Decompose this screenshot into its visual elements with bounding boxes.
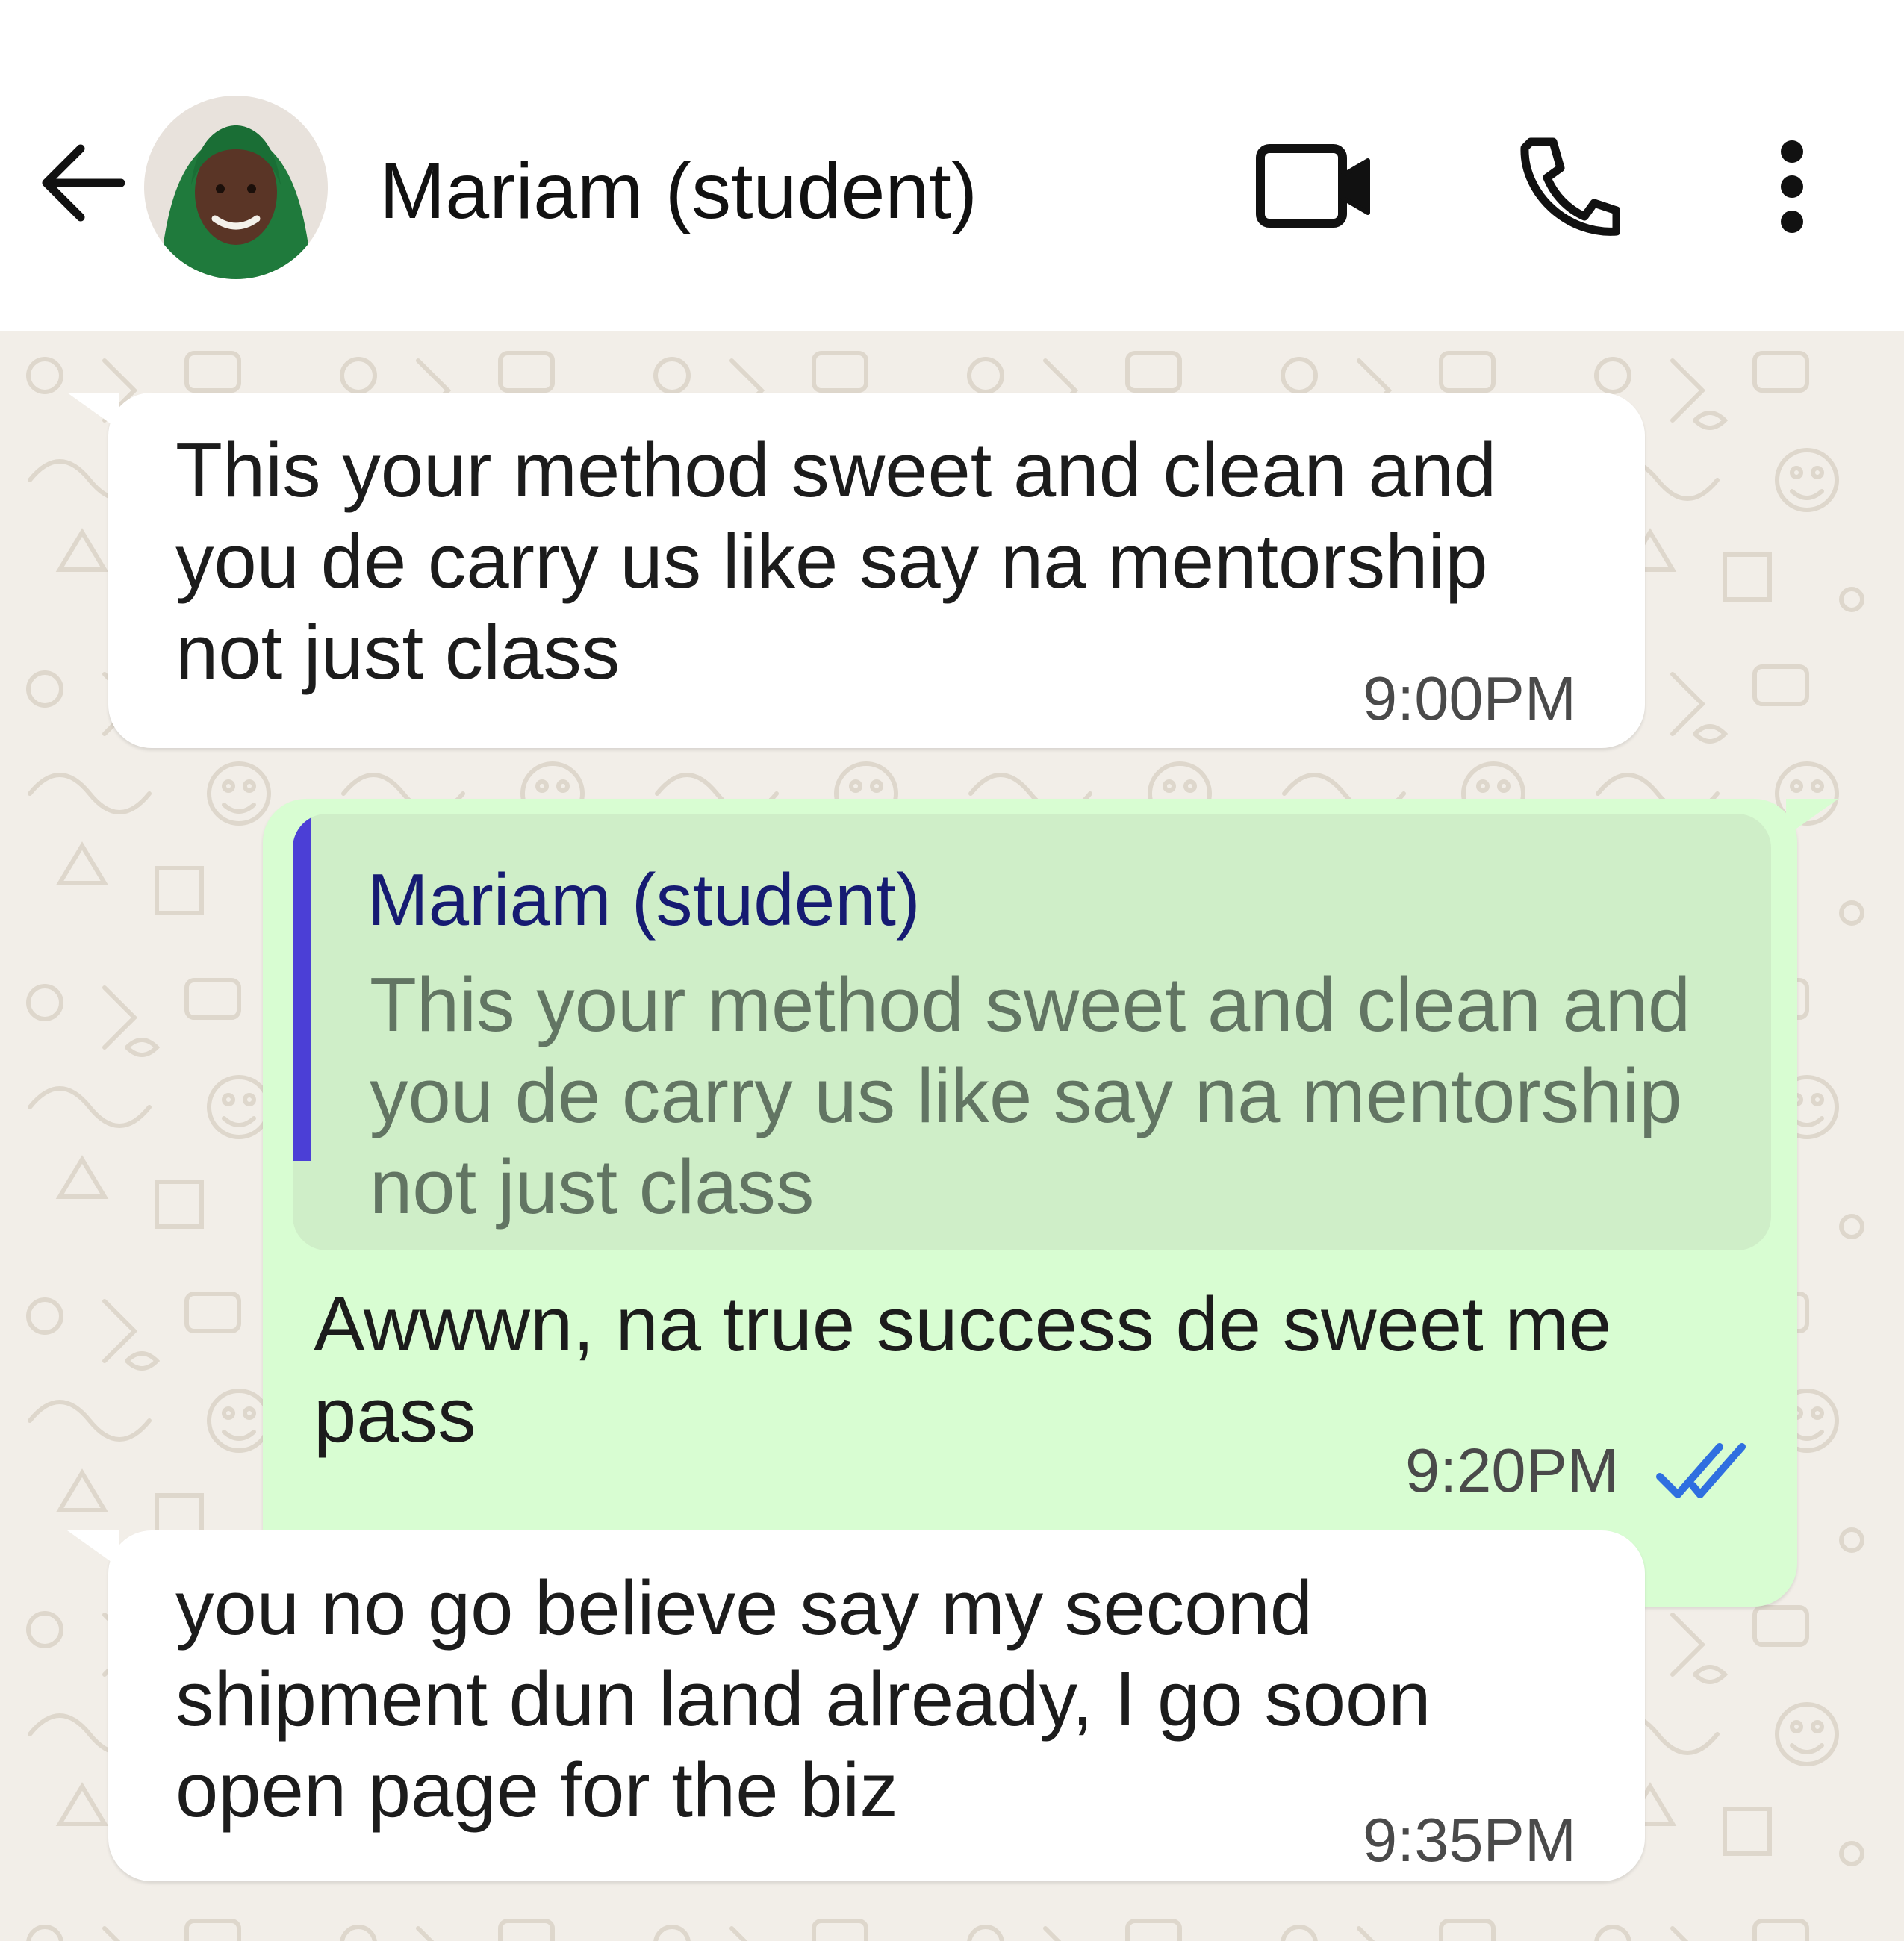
bubble-tail [67, 393, 119, 430]
avatar-image [144, 96, 328, 279]
message-line: Awwwn, na true success de sweet me [314, 1281, 1612, 1367]
quote-author: Mariam (student) [367, 859, 921, 941]
avatar[interactable] [144, 96, 328, 279]
quote-bar [293, 814, 311, 1161]
message-timestamp: 9:35PM [1363, 1805, 1577, 1875]
phone-icon[interactable] [1516, 134, 1620, 239]
message-line: not just class [175, 609, 620, 695]
message-line: you no go believe say my second [175, 1565, 1313, 1651]
double-check-icon [1656, 1443, 1746, 1498]
message-line: open page for the biz [175, 1747, 898, 1833]
chat-area[interactable]: This your method sweet and clean and you… [0, 331, 1904, 1941]
quote-line: This your method sweet and clean and [370, 962, 1691, 1047]
chat-header: Mariam (student) [0, 0, 1904, 331]
quote-line: not just class [370, 1144, 815, 1230]
more-vertical-icon[interactable] [1762, 138, 1822, 235]
bubble-tail [67, 1530, 119, 1568]
contact-name[interactable]: Mariam (student) [379, 146, 977, 236]
message-line: you de carry us like say na mentorship [175, 518, 1488, 604]
video-camera-icon[interactable] [1254, 138, 1374, 235]
message-timestamp: 9:20PM [1405, 1436, 1620, 1505]
quote-line: you de carry us like say na mentorship [370, 1053, 1682, 1138]
message-bubble-incoming[interactable]: This your method sweet and clean and you… [67, 393, 1645, 748]
arrow-left-icon[interactable] [37, 138, 127, 228]
message-line: This your method sweet and clean and [175, 427, 1497, 513]
message-bubble-incoming[interactable]: you no go believe say my second shipment… [67, 1530, 1645, 1881]
bubble-tail [1786, 799, 1838, 836]
message-bubble-outgoing[interactable]: Mariam (student) This your method sweet … [263, 799, 1838, 1607]
message-line: pass [314, 1372, 476, 1458]
message-line: shipment dun land already, I go soon [175, 1656, 1431, 1742]
message-timestamp: 9:00PM [1363, 664, 1577, 733]
quoted-message[interactable]: Mariam (student) This your method sweet … [293, 814, 1771, 1250]
